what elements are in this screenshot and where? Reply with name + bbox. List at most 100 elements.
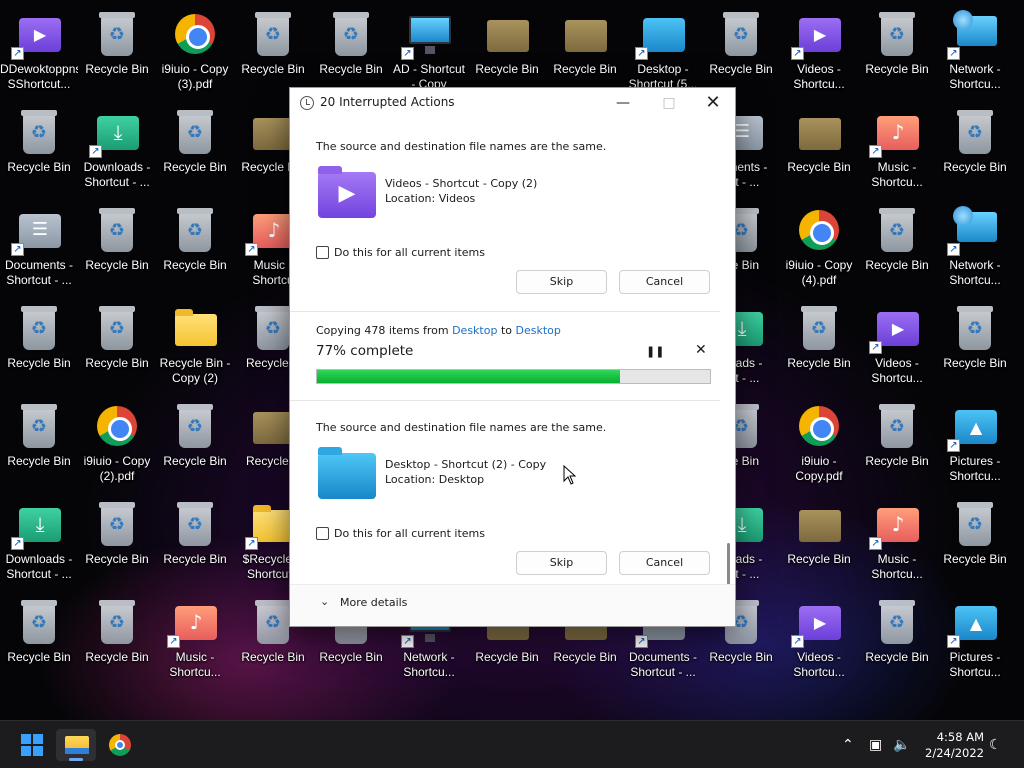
desktop-icon[interactable]: Recycle Bin [702, 4, 780, 100]
desktop-icon[interactable]: ↗ Videos - Shortcu... [858, 298, 936, 394]
desktop-icon[interactable]: Recycle Bin [858, 396, 936, 492]
desktop-icon[interactable]: Recycle Bin [78, 592, 156, 688]
apply-all-label[interactable]: Do this for all current items [334, 527, 485, 540]
chevron-up-icon[interactable]: ⌃ [842, 721, 854, 768]
bin-icon [951, 500, 999, 548]
desktop-icon[interactable]: Recycle Bin [156, 396, 234, 492]
desktop-icon[interactable]: ↗ Pictures - Shortcu... [936, 396, 1014, 492]
close-icon[interactable]: ✕ [695, 342, 707, 358]
desktop-icon[interactable]: ↗ Music - Shortcu... [156, 592, 234, 688]
desktop-icon[interactable]: ↗ Videos - Shortcu... [780, 4, 858, 100]
desktop-icon[interactable]: i9iuio - Copy (4).pdf [780, 200, 858, 296]
skip-button[interactable]: Skip [516, 270, 607, 294]
desktop-icon[interactable]: Recycle Bin [858, 592, 936, 688]
bin-icon [951, 304, 999, 352]
desktop-icon[interactable]: Recycle Bin [78, 200, 156, 296]
system-clock[interactable]: 4:58 AM 2/24/2022 [912, 729, 984, 761]
copy-progress: Copying 478 items from Desktop to Deskto… [290, 311, 720, 401]
desktop-icon-label: Downloads - Shortcut - ... [83, 160, 151, 189]
bin-icon [171, 402, 219, 450]
desktop-icon[interactable]: Recycle Bin [156, 494, 234, 590]
desktop-icon-label: Recycle Bin [7, 356, 71, 370]
desktop-icon[interactable]: Recycle Bin [468, 4, 546, 100]
desktop-icon[interactable]: Recycle Bin [0, 102, 78, 198]
dialog-content[interactable]: The source and destination file names ar… [290, 118, 735, 598]
net-icon: ↗ [947, 206, 999, 256]
desktop-icon[interactable]: Recycle Bin [312, 4, 390, 100]
down-icon: ↗ [11, 500, 63, 550]
copy-prefix: Copying 478 items from [316, 324, 453, 337]
desktop-icon[interactable]: Recycle Bin [234, 4, 312, 100]
close-button[interactable]: ✕ [690, 88, 736, 118]
desktop-icon[interactable]: Recycle Bin [780, 494, 858, 590]
dialog-titlebar[interactable]: 20 Interrupted Actions — □ ✕ [290, 88, 735, 118]
desktop-icon[interactable]: ↗ Downloads - Shortcut - ... [0, 494, 78, 590]
shortcut-arrow-icon: ↗ [791, 47, 804, 60]
start-button[interactable] [12, 729, 52, 761]
desktop-icon[interactable]: ↗ Pictures - Shortcu... [936, 592, 1014, 688]
to-word: to [497, 324, 516, 337]
desktop-icon[interactable]: Recycle Bin [156, 200, 234, 296]
desktop-icon[interactable]: ↗ Downloads - Shortcut - ... [78, 102, 156, 198]
desktop-icon[interactable]: ↗ AD - Shortcut - Copy [390, 4, 468, 100]
chrome-button[interactable] [100, 729, 140, 761]
desktop-icon-label: Recycle Bin [475, 62, 539, 76]
file-explorer-button[interactable] [56, 729, 96, 761]
desktop-icon[interactable]: Recycle Bin [0, 396, 78, 492]
volume-icon[interactable]: 🔈 [893, 721, 910, 768]
bin-icon [15, 108, 63, 156]
apply-all-label[interactable]: Do this for all current items [334, 246, 485, 259]
apply-all-checkbox[interactable] [316, 527, 329, 540]
video-icon: ↗ [791, 598, 843, 648]
desktop-icon[interactable]: ↗ Network - Shortcu... [936, 4, 1014, 100]
desktop-icon[interactable]: ↗ DDewoktoppns SShortcut... [0, 4, 78, 100]
music-icon: ↗ [869, 500, 921, 550]
desktop-icon[interactable]: Recycle Bin [858, 200, 936, 296]
destination-link[interactable]: Desktop [516, 324, 561, 337]
maximize-button[interactable]: □ [646, 88, 692, 118]
desktop-icon[interactable]: Recycle Bin [858, 4, 936, 100]
more-details-toggle[interactable]: ⌄ More details [290, 584, 735, 626]
network-icon[interactable]: ▣ [869, 721, 882, 768]
desktop-icon[interactable]: Recycle Bin [780, 298, 858, 394]
conflict-message: The source and destination file names ar… [316, 421, 607, 434]
shortcut-arrow-icon: ↗ [11, 537, 24, 550]
desktop-icon[interactable]: Recycle Bin [936, 494, 1014, 590]
desktop-icon[interactable]: Recycle Bin [156, 102, 234, 198]
cancel-button[interactable]: Cancel [619, 551, 710, 575]
pause-icon[interactable]: ❚❚ [646, 345, 664, 358]
desktop-icon[interactable]: i9iuio - Copy.pdf [780, 396, 858, 492]
desktop-icon[interactable]: Recycle Bin [78, 298, 156, 394]
desktop-icon-label: Recycle Bin [943, 552, 1007, 566]
desktop-icon[interactable]: Recycle Bin [78, 4, 156, 100]
desktop-icon[interactable]: Recycle Bin [936, 298, 1014, 394]
desktop-icon[interactable]: ↗ Desktop - Shortcut (5... [624, 4, 702, 100]
apply-all-checkbox[interactable] [316, 246, 329, 259]
desktop-icon[interactable]: ↗ Music - Shortcu... [858, 494, 936, 590]
desktop-icon[interactable]: Recycle Bin - Copy (2) [156, 298, 234, 394]
desktop-icon[interactable]: Recycle Bin [0, 298, 78, 394]
desktop-icon[interactable]: ↗ Music - Shortcu... [858, 102, 936, 198]
desktop-icon-label: Recycle Bin [943, 356, 1007, 370]
desktop-icon[interactable]: Recycle Bin [936, 102, 1014, 198]
chrome-icon [171, 10, 219, 58]
desktop-icon[interactable]: i9iuio - Copy (2).pdf [78, 396, 156, 492]
desktop-icon[interactable]: ↗ Network - Shortcu... [936, 200, 1014, 296]
desktop-icon[interactable]: Recycle Bin [0, 592, 78, 688]
pics-icon: ↗ [947, 598, 999, 648]
desktop-icon[interactable]: Recycle Bin [78, 494, 156, 590]
desktop-icon[interactable]: ↗ Videos - Shortcu... [780, 592, 858, 688]
desktop-icon-label: Videos - Shortcu... [871, 356, 923, 385]
minimize-button[interactable]: — [600, 88, 646, 118]
bin-icon [15, 304, 63, 352]
net-icon: ↗ [947, 10, 999, 60]
desktop-icon[interactable]: ↗ Documents - Shortcut - ... [0, 200, 78, 296]
cancel-button[interactable]: Cancel [619, 270, 710, 294]
skip-button[interactable]: Skip [516, 551, 607, 575]
moon-icon[interactable]: ☾ [989, 721, 1002, 768]
desktop-icon[interactable]: i9iuio - Copy (3).pdf [156, 4, 234, 100]
desktop-icon[interactable]: Recycle Bin [780, 102, 858, 198]
source-link[interactable]: Desktop [452, 324, 497, 337]
desktop-icon[interactable]: Recycle Bin [546, 4, 624, 100]
clock-time: 4:58 AM [936, 730, 984, 744]
